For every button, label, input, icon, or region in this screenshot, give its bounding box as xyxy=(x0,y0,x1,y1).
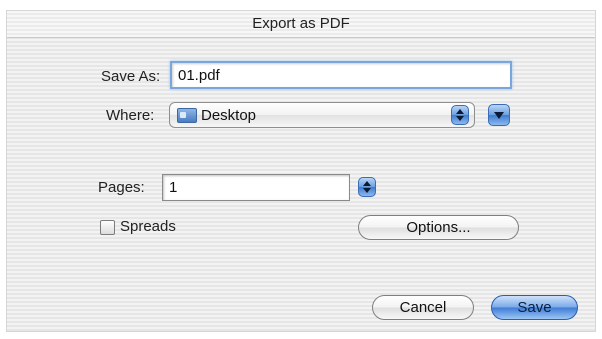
pages-field[interactable]: 1 xyxy=(162,174,350,201)
save-as-label: Save As: xyxy=(101,68,161,85)
spreads-checkbox[interactable] xyxy=(100,220,115,235)
pages-label: Pages: xyxy=(98,179,145,196)
save-as-field[interactable]: 01.pdf xyxy=(170,61,512,89)
chevron-up-icon xyxy=(363,181,371,186)
chevron-down-icon xyxy=(494,111,504,119)
cancel-button[interactable]: Cancel xyxy=(372,295,474,320)
export-dialog: Export as PDF Save As: 01.pdf Where: Des… xyxy=(6,10,596,332)
options-button[interactable]: Options... xyxy=(358,215,519,240)
pages-stepper[interactable] xyxy=(358,177,376,197)
save-as-value: 01.pdf xyxy=(178,66,220,84)
pages-value: 1 xyxy=(169,179,178,196)
where-disclosure-button[interactable] xyxy=(488,104,510,126)
save-button[interactable]: Save xyxy=(491,295,578,320)
chevron-down-icon xyxy=(363,188,371,193)
where-popup[interactable]: Desktop xyxy=(169,102,475,128)
where-label: Where: xyxy=(106,107,155,124)
spreads-label: Spreads xyxy=(120,218,176,235)
where-popup-arrows-icon xyxy=(451,105,469,125)
dialog-title: Export as PDF xyxy=(7,11,595,38)
where-selected: Desktop xyxy=(201,106,257,124)
folder-icon xyxy=(177,107,197,123)
